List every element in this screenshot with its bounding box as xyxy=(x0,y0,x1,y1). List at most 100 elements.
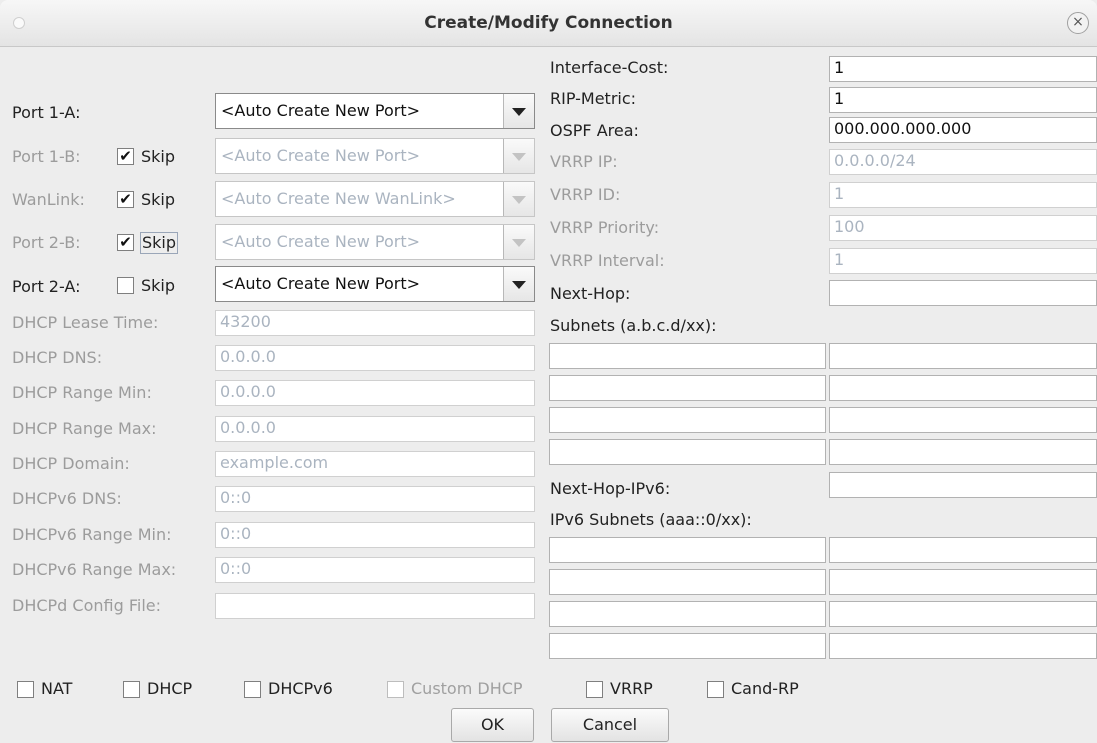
port-2b-skip-label[interactable]: Skip xyxy=(140,232,179,254)
subnet-field[interactable] xyxy=(829,375,1097,401)
ospf-area-field[interactable]: 000.000.000.000 xyxy=(829,117,1097,143)
subnet-field[interactable] xyxy=(829,343,1097,369)
port-2b-skip-checkbox[interactable]: ✔ xyxy=(117,234,134,251)
next-hop-field[interactable] xyxy=(829,280,1097,306)
ipv6-subnets-label: IPv6 Subnets (aaa::0/xx): xyxy=(550,510,752,529)
vrrp-ip-field: 0.0.0.0/24 xyxy=(829,149,1097,175)
port-1b-skip-label[interactable]: Skip xyxy=(141,147,175,167)
cancel-button[interactable]: Cancel xyxy=(551,708,669,742)
custom-dhcp-checkbox xyxy=(387,681,404,698)
vrrp-id-label: VRRP ID: xyxy=(550,185,621,204)
port-2a-combo-value: <Auto Create New Port> xyxy=(221,274,420,293)
port-1a-combo[interactable]: <Auto Create New Port> xyxy=(215,93,535,129)
subnet-field[interactable] xyxy=(549,343,826,369)
port-2a-combo[interactable]: <Auto Create New Port> xyxy=(215,266,535,302)
dhcp-range-min-field: 0.0.0.0 xyxy=(215,380,535,406)
ipv6-subnet-field[interactable] xyxy=(549,537,826,563)
port-2b-combo: <Auto Create New Port> xyxy=(215,224,535,260)
wanlink-combo: <Auto Create New WanLink> xyxy=(215,181,535,217)
chevron-down-icon[interactable] xyxy=(503,267,534,301)
dhcpv6-range-max-field: 0::0 xyxy=(215,557,535,583)
chevron-down-icon[interactable] xyxy=(503,94,534,128)
dhcp-lease-time-field: 43200 xyxy=(215,310,535,336)
vrrp-priority-label: VRRP Priority: xyxy=(550,218,660,237)
ipv6-subnet-field[interactable] xyxy=(829,601,1097,627)
dhcpv6-range-min-label: DHCPv6 Range Min: xyxy=(12,525,172,544)
next-hop-ipv6-label: Next-Hop-IPv6: xyxy=(550,479,671,498)
custom-dhcp-option-label: Custom DHCP xyxy=(411,679,523,698)
nat-option-label[interactable]: NAT xyxy=(41,679,72,699)
dhcpv6-checkbox[interactable] xyxy=(244,681,261,698)
port-1a-label: Port 1-A: xyxy=(12,103,81,122)
port-2a-label: Port 2-A: xyxy=(12,277,81,296)
vrrp-ip-label: VRRP IP: xyxy=(550,152,618,171)
dhcpv6-range-max-label: DHCPv6 Range Max: xyxy=(12,560,177,579)
dhcpv6-dns-label: DHCPv6 DNS: xyxy=(12,489,122,508)
cand-rp-option-label[interactable]: Cand-RP xyxy=(731,679,799,699)
close-icon[interactable]: × xyxy=(1067,12,1089,34)
subnet-field[interactable] xyxy=(829,439,1097,465)
dhcp-option-label[interactable]: DHCP xyxy=(147,679,192,699)
port-1b-combo: <Auto Create New Port> xyxy=(215,138,535,174)
ipv6-subnet-field[interactable] xyxy=(829,633,1097,659)
dhcp-range-max-field: 0.0.0.0 xyxy=(215,416,535,442)
dhcp-range-min-label: DHCP Range Min: xyxy=(12,383,152,402)
dhcp-range-max-label: DHCP Range Max: xyxy=(12,419,157,438)
create-modify-connection-dialog: Create/Modify Connection × Port 1-A: <Au… xyxy=(0,0,1097,743)
nat-checkbox[interactable] xyxy=(17,681,34,698)
wanlink-label: WanLink: xyxy=(12,190,85,209)
ok-button[interactable]: OK xyxy=(451,708,534,742)
port-1b-combo-value: <Auto Create New Port> xyxy=(221,146,420,165)
ospf-area-label: OSPF Area: xyxy=(550,121,639,140)
next-hop-label: Next-Hop: xyxy=(550,284,631,303)
port-1b-label: Port 1-B: xyxy=(12,147,81,166)
vrrp-interval-label: VRRP Interval: xyxy=(550,251,665,270)
rip-metric-label: RIP-Metric: xyxy=(550,89,637,108)
dhcp-lease-time-label: DHCP Lease Time: xyxy=(12,313,159,332)
wanlink-combo-value: <Auto Create New WanLink> xyxy=(221,189,456,208)
port-2a-skip-checkbox[interactable] xyxy=(117,277,134,294)
wanlink-skip-checkbox[interactable]: ✔ xyxy=(117,191,134,208)
dhcp-checkbox[interactable] xyxy=(123,681,140,698)
vrrp-interval-field: 1 xyxy=(829,248,1097,274)
chevron-down-icon xyxy=(503,225,534,259)
port-2a-skip-label[interactable]: Skip xyxy=(141,276,175,296)
interface-cost-field[interactable]: 1 xyxy=(829,56,1097,82)
vrrp-priority-field: 100 xyxy=(829,215,1097,241)
dialog-title: Create/Modify Connection xyxy=(424,13,673,33)
cand-rp-checkbox[interactable] xyxy=(707,681,724,698)
port-2b-combo-value: <Auto Create New Port> xyxy=(221,232,420,251)
dhcp-domain-label: DHCP Domain: xyxy=(12,454,130,473)
ipv6-subnet-field[interactable] xyxy=(549,569,826,595)
chevron-down-icon xyxy=(503,182,534,216)
title-bar[interactable]: Create/Modify Connection × xyxy=(0,0,1097,47)
dhcp-domain-field: example.com xyxy=(215,451,535,477)
rip-metric-field[interactable]: 1 xyxy=(829,87,1097,113)
chevron-down-icon xyxy=(503,139,534,173)
dhcpv6-range-min-field: 0::0 xyxy=(215,522,535,548)
ipv6-subnet-field[interactable] xyxy=(829,537,1097,563)
dhcpv6-option-label[interactable]: DHCPv6 xyxy=(268,679,333,699)
vrrp-option-label[interactable]: VRRP xyxy=(610,679,653,699)
interface-cost-label: Interface-Cost: xyxy=(550,58,669,77)
port-2b-label: Port 2-B: xyxy=(12,233,81,252)
dhcp-dns-label: DHCP DNS: xyxy=(12,348,103,367)
dhcp-dns-field: 0.0.0.0 xyxy=(215,345,535,371)
ipv6-subnet-field[interactable] xyxy=(549,601,826,627)
next-hop-ipv6-field[interactable] xyxy=(829,472,1097,498)
ipv6-subnet-field[interactable] xyxy=(549,633,826,659)
subnet-field[interactable] xyxy=(549,439,826,465)
vrrp-id-field: 1 xyxy=(829,182,1097,208)
port-1a-combo-value: <Auto Create New Port> xyxy=(221,101,420,120)
port-1b-skip-checkbox[interactable]: ✔ xyxy=(117,148,134,165)
ipv6-subnet-field[interactable] xyxy=(829,569,1097,595)
dhcpd-config-file-label: DHCPd Config File: xyxy=(12,596,161,615)
subnet-field[interactable] xyxy=(549,407,826,433)
subnet-field[interactable] xyxy=(549,375,826,401)
wanlink-skip-label[interactable]: Skip xyxy=(141,190,175,210)
dhcpd-config-file-field xyxy=(215,593,535,619)
subnets-label: Subnets (a.b.c.d/xx): xyxy=(550,316,717,335)
vrrp-checkbox[interactable] xyxy=(586,681,603,698)
dhcpv6-dns-field: 0::0 xyxy=(215,486,535,512)
subnet-field[interactable] xyxy=(829,407,1097,433)
